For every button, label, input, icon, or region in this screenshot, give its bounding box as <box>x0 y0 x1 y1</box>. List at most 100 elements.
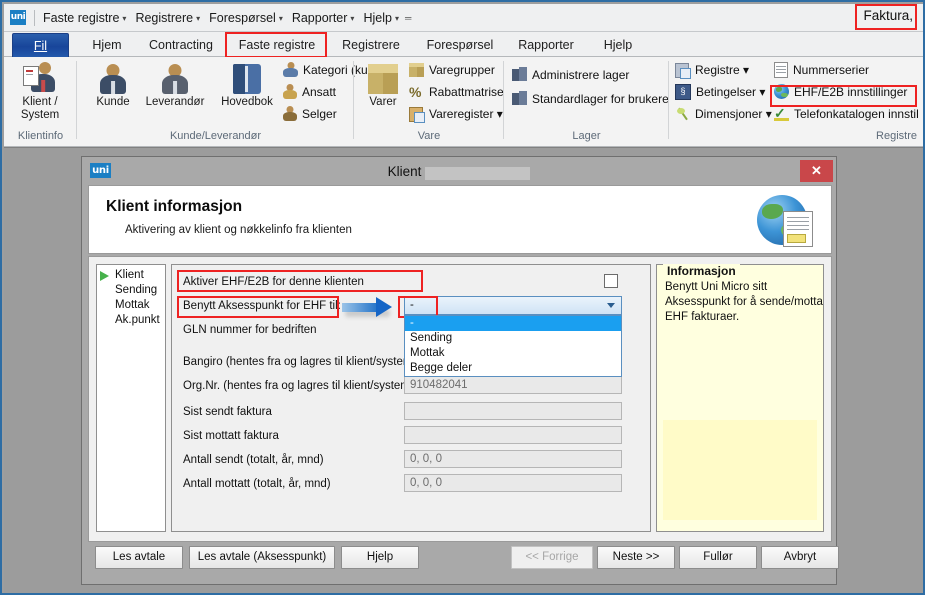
ribbon-group-lager: Administrere lager Standardlager for bru… <box>504 57 669 142</box>
application-window: uni Faste registre ▾ Registrere ▾ Forespør… <box>0 0 925 595</box>
tree-item-akpunkt[interactable]: Ak.punkt <box>97 313 165 328</box>
client-form: Aktiver EHF/E2B for denne klienten Benyt… <box>171 264 651 532</box>
ribbon-group-label-vare: Vare <box>417 130 441 142</box>
tab-registrere[interactable]: Registrere <box>328 33 414 57</box>
ribbon-item-administrere-lager[interactable]: Administrere lager <box>512 65 629 85</box>
form-row-accesspoint: Benytt Aksesspunkt for EHF til: - <box>172 295 650 317</box>
activate-label: Aktiver EHF/E2B for denne klienten <box>183 276 364 288</box>
dropdown-option-mottak[interactable]: Mottak <box>405 346 621 361</box>
menu-faste-registre[interactable]: Faste registre ▾ <box>43 11 126 25</box>
sist-mottatt-label: Sist mottatt faktura <box>183 430 279 442</box>
toolbar-overflow-icon[interactable]: ═ <box>405 13 411 23</box>
tab-hjelp[interactable]: Hjelp <box>588 33 648 57</box>
menu-foresporsel[interactable]: Forespørsel ▾ <box>209 11 283 25</box>
person-icon <box>100 64 126 94</box>
form-row-sist-sendt: Sist sendt faktura <box>172 401 650 423</box>
information-line: EHF fakturaer. <box>665 311 740 323</box>
chevron-down-icon: ▾ <box>278 13 283 23</box>
tab-hjem[interactable]: Hjem <box>78 33 136 57</box>
button-fullfor[interactable]: Fullør <box>679 546 757 569</box>
faktura-label: Faktura, <box>863 8 913 23</box>
person-small-icon <box>283 106 297 122</box>
ribbon-button-klient-system[interactable]: Klient / System <box>9 59 71 121</box>
redacted-client-name <box>425 166 531 180</box>
toolbar-divider <box>34 9 35 26</box>
tab-faste-registre[interactable]: Faste registre <box>228 33 326 57</box>
information-line: Benytt Uni Micro sitt <box>665 281 768 293</box>
menu-registrere[interactable]: Registrere ▾ <box>135 11 200 25</box>
sist-sendt-input[interactable] <box>404 402 622 420</box>
sist-mottatt-input[interactable] <box>404 426 622 444</box>
tree-item-sending[interactable]: Sending <box>97 283 165 298</box>
ribbon-item-ansatt[interactable]: Ansatt <box>283 82 336 102</box>
antall-mottatt-input[interactable]: 0, 0, 0 <box>404 474 622 492</box>
uni-logo-icon: uni <box>10 10 26 25</box>
tab-foresporsel[interactable]: Forespørsel <box>416 33 504 57</box>
ribbon-button-hovedbok[interactable]: Hovedbok <box>213 61 281 109</box>
mdi-desktop: uni Klient ✕ Klient informasjon Aktiveri… <box>4 147 923 593</box>
box-icon <box>368 64 398 94</box>
user-card-icon <box>23 62 57 94</box>
ribbon-item-selger[interactable]: Selger <box>283 104 337 124</box>
form-row-orgnr: Org.Nr. (hentes fra og lagres til klient… <box>172 375 650 397</box>
orgnr-input[interactable]: 910482041 <box>404 376 622 394</box>
accesspoint-dropdown-list[interactable]: - Sending Mottak Begge deler <box>404 315 622 377</box>
chevron-down-icon: ▾ <box>394 13 399 23</box>
tree-item-klient[interactable]: Klient <box>97 268 165 283</box>
ribbon-item-registre[interactable]: Registre ▾ <box>675 60 749 80</box>
bangiro-label: Bangiro (hentes fra og lagres til klient… <box>183 356 417 368</box>
ribbon-button-varer[interactable]: Varer <box>357 61 409 109</box>
chevron-down-icon <box>607 303 615 308</box>
ribbon-item-vareregister[interactable]: Vareregister ▾ <box>409 104 503 124</box>
tab-contracting[interactable]: Contracting <box>136 33 226 57</box>
ribbon-group-registre: Registre ▾ § Betingelser ▾ Dimensjoner ▾ … <box>669 57 923 142</box>
button-avbryt[interactable]: Avbryt <box>761 546 839 569</box>
ribbon-item-ehf-e2b-innstillinger[interactable]: EHF/E2B innstillinger <box>774 82 907 102</box>
dropdown-option-begge-deler[interactable]: Begge deler <box>405 361 621 376</box>
ribbon-item-dimensjoner[interactable]: Dimensjoner ▾ <box>675 104 772 124</box>
conditions-icon: § <box>675 83 691 100</box>
form-row-antall-mottatt: Antall mottatt (totalt, år, mnd) 0, 0, 0 <box>172 473 650 495</box>
button-les-avtale-aksesspunkt[interactable]: Les avtale (Aksesspunkt) <box>189 546 335 569</box>
menu-rapporter[interactable]: Rapporter ▾ <box>292 11 355 25</box>
dropdown-option-sending[interactable]: Sending <box>405 331 621 346</box>
annotation-arrow <box>342 297 396 318</box>
antall-sendt-input[interactable]: 0, 0, 0 <box>404 450 622 468</box>
close-icon[interactable]: ✕ <box>800 160 833 182</box>
tree-item-mottak[interactable]: Mottak <box>97 298 165 313</box>
antall-sendt-label: Antall sendt (totalt, år, mnd) <box>183 454 324 466</box>
button-neste[interactable]: Neste >> <box>597 546 675 569</box>
information-secondary-area <box>663 420 817 520</box>
activate-checkbox[interactable] <box>604 274 618 288</box>
information-legend: Informasjon <box>663 264 740 278</box>
klient-dialog: uni Klient ✕ Klient informasjon Aktiveri… <box>81 156 839 585</box>
ribbon-item-nummerserier[interactable]: Nummerserier <box>774 60 869 80</box>
ribbon-group-label-kunde-leverandor: Kunde/Leverandør <box>169 130 262 142</box>
warehouse-icon <box>512 67 527 82</box>
button-les-avtale[interactable]: Les avtale <box>95 546 183 569</box>
chevron-down-icon: ▾ <box>122 13 127 23</box>
tab-fil[interactable]: Fil <box>12 33 69 57</box>
ribbon-button-leverandor[interactable]: Leverandør <box>139 61 211 109</box>
ribbon-group-klientinfo: Klient / System Klientinfo <box>4 57 77 142</box>
ribbon-item-rabattmatrise[interactable]: % Rabattmatrise <box>409 82 504 102</box>
ribbon-item-standardlager[interactable]: Standardlager for brukere <box>512 89 669 109</box>
ribbon-item-telefonkatalogen[interactable]: ✓ Telefonkatalogen innstil <box>774 104 919 124</box>
ribbon-item-varegrupper[interactable]: Varegrupper <box>409 60 495 80</box>
ribbon-item-betingelser[interactable]: § Betingelser ▾ <box>675 82 765 102</box>
tab-rapporter[interactable]: Rapporter <box>506 33 586 57</box>
accesspoint-label: Benytt Aksesspunkt for EHF til: <box>183 300 341 312</box>
dropdown-option-dash[interactable]: - <box>405 316 621 331</box>
register-icon <box>409 106 425 123</box>
play-icon <box>100 271 109 281</box>
accesspoint-combobox[interactable]: - <box>404 296 622 315</box>
information-line: Aksesspunkt for å sende/motta <box>665 296 823 308</box>
people-group-icon <box>283 62 298 78</box>
button-hjelp[interactable]: Hjelp <box>341 546 419 569</box>
pin-icon <box>675 107 690 121</box>
antall-mottatt-label: Antall mottatt (totalt, år, mnd) <box>183 478 331 490</box>
menu-hjelp[interactable]: Hjelp ▾ <box>363 11 399 25</box>
person-icon <box>162 64 188 94</box>
ribbon-button-kunde[interactable]: Kunde <box>82 61 144 109</box>
boxes-icon <box>409 62 424 77</box>
